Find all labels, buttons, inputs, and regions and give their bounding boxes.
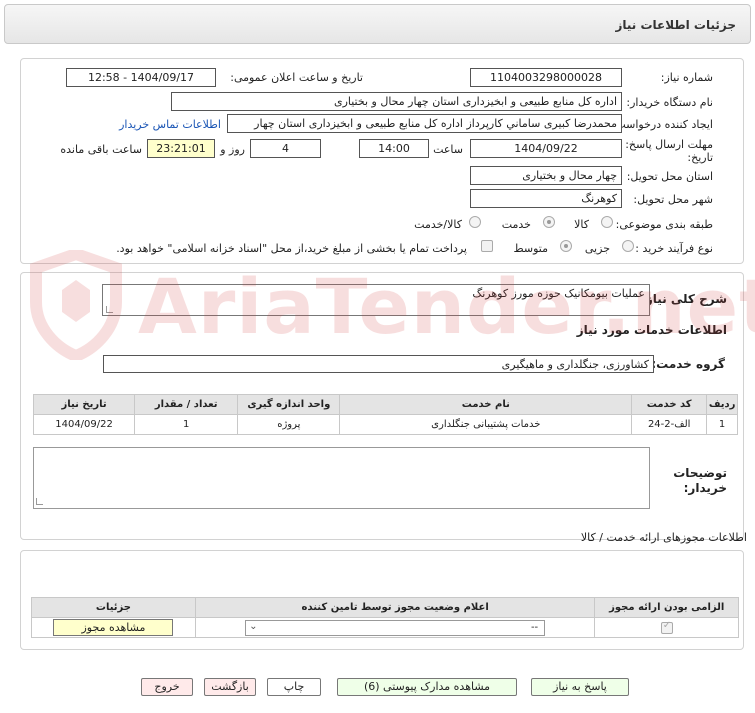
need-number-field: 1104003298000028 bbox=[470, 68, 622, 87]
announce-label: تاریخ و ساعت اعلان عمومی: bbox=[230, 71, 363, 84]
description-resize-handle[interactable] bbox=[106, 306, 113, 313]
remaining-time-field: 23:21:01 bbox=[147, 139, 215, 158]
need-description-field: عملیات بیومکانیک حوزه مورز کوهرنگ bbox=[102, 284, 650, 316]
view-attachments-button[interactable]: مشاهده مدارک پیوستی (6) bbox=[337, 678, 517, 696]
category-radio-goods-service[interactable] bbox=[469, 216, 481, 228]
col-permit-status: اعلام وضعیت مجوز توسط تامین کننده bbox=[194, 597, 596, 618]
col-service-code: کد خدمت bbox=[631, 394, 708, 415]
permits-table-header: الزامی بودن ارائه مجوز اعلام وضعیت مجوز … bbox=[31, 597, 739, 618]
process-radio-minor[interactable] bbox=[622, 240, 634, 252]
col-need-date: تاریخ نیاز bbox=[32, 394, 136, 415]
process-label: نوع فرآیند خرید : bbox=[635, 242, 713, 255]
service-group-label: گروه خدمت: bbox=[651, 357, 725, 371]
view-permit-button[interactable]: مشاهده مجوز bbox=[53, 619, 174, 636]
chevron-down-icon: ⌄ bbox=[249, 620, 258, 632]
print-button[interactable]: چاپ bbox=[267, 678, 321, 696]
cell-unit: پروژه bbox=[237, 414, 341, 435]
creator-label: ایجاد کننده درخواست: bbox=[611, 118, 713, 131]
treasury-payment-text: پرداخت تمام یا بخشی از مبلغ خرید،از محل … bbox=[116, 242, 467, 255]
service-group-field: کشاورزی، جنگلداری و ماهیگیری bbox=[103, 355, 654, 373]
cell-quantity: 1 bbox=[134, 414, 239, 435]
cell-service-name: خدمات پشتیبانی جنگلداری bbox=[339, 414, 633, 435]
buyer-contact-link[interactable]: اطلاعات تماس خریدار bbox=[119, 118, 221, 131]
col-permit-required: الزامی بودن ارائه مجوز bbox=[594, 597, 739, 618]
cell-service-code: الف-2-24 bbox=[631, 414, 708, 435]
permits-table: الزامی بودن ارائه مجوز اعلام وضعیت مجوز … bbox=[31, 597, 739, 638]
city-field: کوهرنگ bbox=[470, 189, 622, 208]
process-option-medium: متوسط bbox=[513, 242, 548, 255]
services-table-header: ردیف کد خدمت نام خدمت واحد اندازه گیری ت… bbox=[32, 394, 738, 415]
buyer-field: اداره کل منابع طبیعی و ابخیزداری استان چ… bbox=[171, 92, 622, 111]
category-label: طبقه بندی موضوعی: bbox=[615, 218, 713, 231]
province-field: چهار محال و بختیاری bbox=[470, 166, 622, 185]
process-option-minor: جزیی bbox=[584, 242, 610, 255]
remaining-label: ساعت باقی مانده bbox=[60, 143, 142, 156]
col-service-name: نام خدمت bbox=[339, 394, 633, 415]
category-radio-goods[interactable] bbox=[601, 216, 613, 228]
services-heading: اطلاعات خدمات مورد نیاز bbox=[576, 323, 727, 337]
cell-need-date: 1404/09/22 bbox=[32, 414, 136, 435]
announce-field: 1404/09/17 - 12:58 bbox=[66, 68, 216, 87]
deadline-label: مهلت ارسال پاسخ: تا bbox=[615, 138, 713, 151]
col-permit-details: جزئیات bbox=[31, 597, 196, 618]
days-label: روز و bbox=[220, 143, 245, 156]
page-title: جزئیات اطلاعات نیاز bbox=[615, 18, 736, 32]
col-unit: واحد اندازه گیری bbox=[237, 394, 341, 415]
cell-permit-status: -- ⌄ bbox=[194, 617, 596, 638]
check-icon: ✓ bbox=[662, 619, 672, 631]
col-quantity: تعداد / مقدار bbox=[134, 394, 239, 415]
buyer-notes-label-2: خریدار: bbox=[683, 481, 727, 495]
reply-button[interactable]: پاسخ به نیاز bbox=[531, 678, 629, 696]
treasury-payment-checkbox[interactable] bbox=[481, 240, 493, 252]
deadline-time-label: ساعت bbox=[433, 143, 463, 156]
province-label: استان محل تحویل: bbox=[626, 170, 713, 183]
days-remaining-field: 4 bbox=[250, 139, 321, 158]
buyer-notes-label-1: توضیحات bbox=[673, 466, 727, 480]
category-option-goods: کالا bbox=[574, 218, 589, 231]
need-number-label: شماره نیاز: bbox=[660, 71, 713, 84]
notes-resize-handle[interactable] bbox=[36, 498, 43, 505]
permits-heading: اطلاعات مجوزهای ارائه خدمت / کالا bbox=[580, 531, 747, 544]
buyer-label: نام دستگاه خریدار: bbox=[626, 96, 713, 109]
deadline-date-field: 1404/09/22 bbox=[470, 139, 622, 158]
table-row: ✓ -- ⌄ مشاهده مجوز bbox=[31, 617, 739, 638]
process-radio-medium[interactable] bbox=[560, 240, 572, 252]
permit-status-value: -- bbox=[530, 621, 539, 633]
col-row-number: ردیف bbox=[706, 394, 738, 415]
services-table: ردیف کد خدمت نام خدمت واحد اندازه گیری ت… bbox=[32, 394, 738, 435]
category-option-goods-service: کالا/خدمت bbox=[414, 218, 462, 231]
need-description-label: شرح کلی نیاز: bbox=[641, 292, 727, 306]
title-bar: جزئیات اطلاعات نیاز bbox=[4, 4, 751, 44]
need-info-panel bbox=[20, 58, 744, 264]
permit-status-select[interactable]: -- ⌄ bbox=[245, 619, 546, 636]
cell-permit-details: مشاهده مجوز bbox=[31, 617, 196, 638]
table-row: 1 الف-2-24 خدمات پشتیبانی جنگلداری پروژه… bbox=[32, 414, 738, 435]
deadline-label-date: تاریخ: bbox=[687, 151, 713, 164]
exit-button[interactable]: خروج bbox=[141, 678, 193, 696]
cell-row-number: 1 bbox=[706, 414, 738, 435]
back-button[interactable]: بازگشت bbox=[204, 678, 256, 696]
category-radio-service[interactable] bbox=[543, 216, 555, 228]
city-label: شهر محل تحویل: bbox=[633, 193, 713, 206]
cell-permit-required: ✓ bbox=[594, 617, 739, 638]
category-option-service: خدمت bbox=[501, 218, 531, 231]
creator-field: محمدرضا کبیری ساماني کارپرداز اداره کل م… bbox=[227, 114, 622, 133]
buyer-notes-field[interactable] bbox=[33, 447, 650, 509]
permit-required-checkbox: ✓ bbox=[660, 619, 673, 634]
deadline-time-field: 14:00 bbox=[359, 139, 429, 158]
